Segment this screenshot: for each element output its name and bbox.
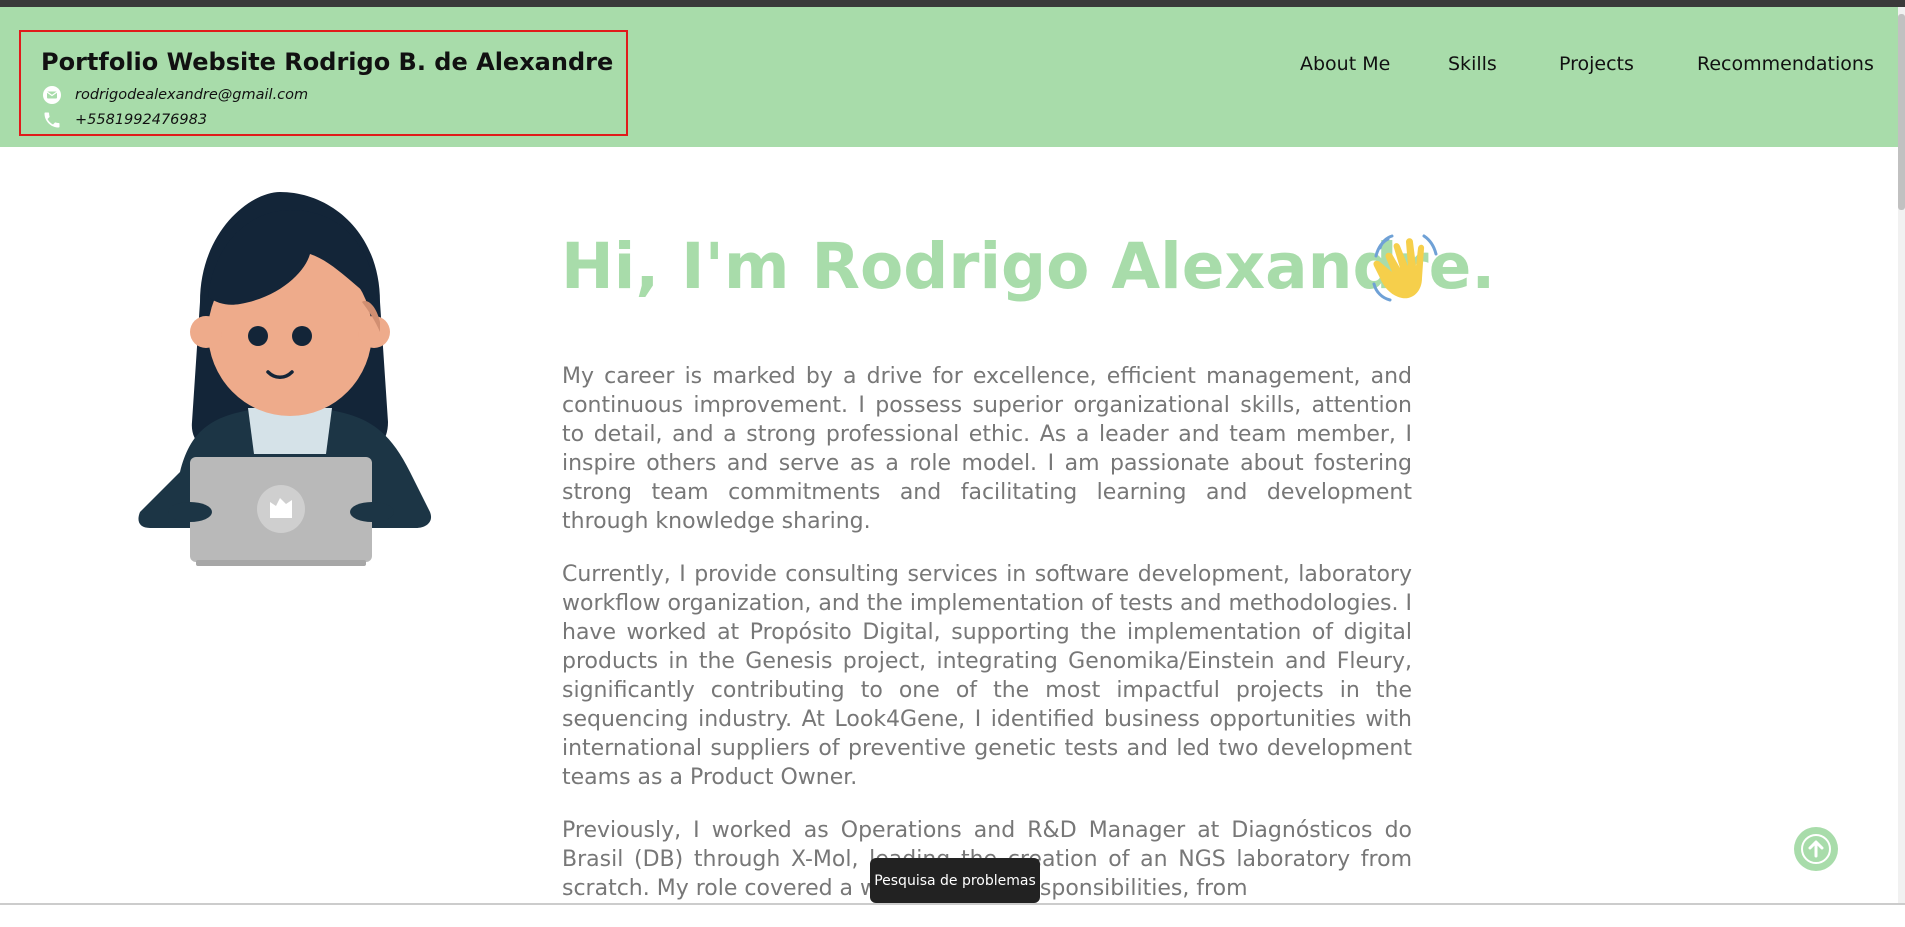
top-navbar: Portfolio Website Rodrigo B. de Alexandr… <box>0 7 1898 147</box>
browser-top-strip <box>0 0 1905 7</box>
nav-skills[interactable]: Skills <box>1448 53 1497 75</box>
nav-recommendations[interactable]: Recommendations <box>1697 53 1874 75</box>
nav-projects[interactable]: Projects <box>1559 53 1634 75</box>
bio-paragraph-2: Currently, I provide consulting services… <box>562 562 1412 790</box>
avatar-illustration <box>130 192 450 572</box>
bio-paragraph-1: My career is marked by a drive for excel… <box>562 364 1412 534</box>
scrollbar-thumb[interactable] <box>1898 14 1905 210</box>
back-to-top-button[interactable] <box>1794 827 1838 871</box>
tooltip: Pesquisa de problemas <box>870 858 1040 903</box>
bio-section: My career is marked by a drive for excel… <box>562 362 1412 927</box>
hero-heading: Hi, I'm Rodrigo Alexandre. <box>561 230 1496 303</box>
main-nav: About Me Skills Projects Recommendations <box>0 7 1898 147</box>
waving-hand-icon <box>1372 232 1440 304</box>
nav-about-me[interactable]: About Me <box>1300 53 1390 75</box>
arrow-up-icon <box>1801 834 1831 864</box>
